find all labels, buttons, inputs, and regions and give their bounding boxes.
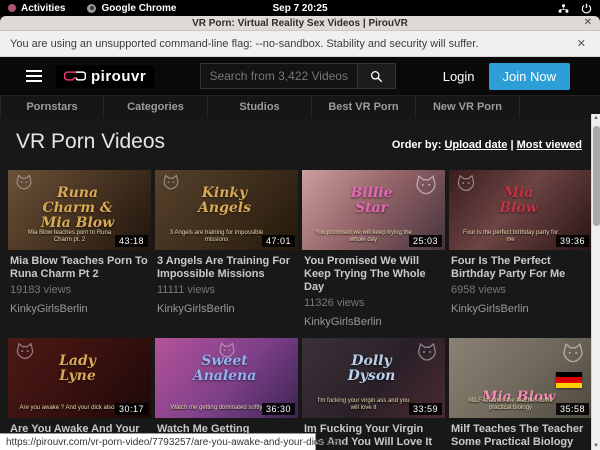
scrollbar[interactable]: ▲ ▼ <box>591 114 600 450</box>
nav-new-vr[interactable]: New VR Porn <box>416 96 520 118</box>
video-title[interactable]: Milf Teaches The Teacher Some Practical … <box>451 423 590 449</box>
order-most-viewed-link[interactable]: Most viewed <box>517 139 582 151</box>
video-thumbnail[interactable]: Runa Charm & Mia Blow Mia Blow teaches p… <box>8 170 151 250</box>
search-input[interactable] <box>200 63 358 89</box>
thumbnail-overlay-title: Runa Charm & Mia Blow <box>8 186 147 231</box>
video-thumbnail[interactable]: Lady Lyne Are you awake ? And your dick … <box>8 338 151 418</box>
duration-badge: 47:01 <box>262 235 295 247</box>
thumbnail-caption: 3 Angels are training for impossible mis… <box>166 230 266 244</box>
video-title[interactable]: Four Is The Perfect Birthday Party For M… <box>451 255 590 281</box>
infobar-close-icon[interactable]: ✕ <box>573 37 590 50</box>
video-thumbnail[interactable]: Kinky Angels 3 Angels are training for i… <box>155 170 298 250</box>
video-studio-link[interactable]: KinkyGirlsBerlin <box>10 303 149 315</box>
duration-badge: 30:17 <box>115 403 148 415</box>
scroll-down-icon[interactable]: ▼ <box>592 443 600 449</box>
video-thumbnail[interactable]: Mia Blow MILF teaches the teacher some p… <box>449 338 592 418</box>
power-icon[interactable] <box>581 3 592 14</box>
page-title: VR Porn Videos <box>16 130 165 154</box>
video-thumbnail[interactable]: Dolly Dyson I'm fucking your virgin ass … <box>302 338 445 418</box>
duration-badge: 25:03 <box>409 235 442 247</box>
video-card[interactable]: Mia Blow MILF teaches the teacher some p… <box>449 338 592 450</box>
main-nav: Pornstars Categories Studios Best VR Por… <box>0 95 600 118</box>
thumbnail-caption: Are you awake ? And your dick also ? <box>19 405 119 412</box>
scroll-up-icon[interactable]: ▲ <box>592 115 600 121</box>
thumbnail-overlay-title: Dolly Dyson <box>302 354 441 384</box>
video-studio-link[interactable]: KinkyGirlsBerlin <box>157 303 296 315</box>
order-separator: | <box>510 139 513 151</box>
site-header: pirouvr Login Join Now <box>0 57 600 95</box>
video-thumbnail[interactable]: Billie Star You promised we will keep tr… <box>302 170 445 250</box>
thumbnail-overlay-title: Sweet Analena <box>155 354 294 384</box>
vr-goggles-icon <box>64 70 86 82</box>
video-views: 19183 views <box>10 284 149 296</box>
thumbnail-caption: Watch me getting dominated softly <box>166 405 266 412</box>
video-title[interactable]: You Promised We Will Keep Trying The Who… <box>304 255 443 294</box>
nav-studios[interactable]: Studios <box>208 96 312 118</box>
duration-badge: 36:30 <box>262 403 295 415</box>
site-logo[interactable]: pirouvr <box>56 65 154 88</box>
video-title[interactable]: 3 Angels Are Training For Impossible Mis… <box>157 255 296 281</box>
screen: Sep 7 20:25 Activities Google Chrome VR … <box>0 0 600 450</box>
window-title: VR Porn: Virtual Reality Sex Videos | Pi… <box>192 18 408 29</box>
duration-badge: 43:18 <box>115 235 148 247</box>
thumbnail-caption: I'm fucking your virgin ass and you will… <box>313 398 413 412</box>
order-by: Order by: Upload date | Most viewed <box>392 139 582 151</box>
video-card[interactable]: Dolly Dyson I'm fucking your virgin ass … <box>302 338 445 450</box>
video-grid: Runa Charm & Mia Blow Mia Blow teaches p… <box>8 170 592 450</box>
nav-categories[interactable]: Categories <box>104 96 208 118</box>
search-button[interactable] <box>358 63 396 89</box>
video-card[interactable]: Runa Charm & Mia Blow Mia Blow teaches p… <box>8 170 151 328</box>
german-flag-icon <box>556 372 582 388</box>
nav-pornstars[interactable]: Pornstars <box>0 96 104 118</box>
content-area: VR Porn Videos Order by: Upload date | M… <box>0 118 600 450</box>
thumbnail-overlay-title: Lady Lyne <box>8 354 147 384</box>
video-studio-link[interactable]: KinkyGirlsBerlin <box>451 303 590 315</box>
video-views: 11326 views <box>304 297 443 309</box>
thumbnail-caption: MILF teaches the teacher some practical … <box>460 398 560 412</box>
order-upload-date-link[interactable]: Upload date <box>444 139 507 151</box>
window-close-icon[interactable]: ✕ <box>584 17 592 28</box>
video-thumbnail[interactable]: Mia Blow Four is the perfect birthday pa… <box>449 170 592 250</box>
thumbnail-caption: You promised we will keep trying the who… <box>313 230 413 244</box>
chrome-icon <box>87 4 96 13</box>
search-icon <box>370 70 383 83</box>
video-card[interactable]: Kinky Angels 3 Angels are training for i… <box>155 170 298 328</box>
thumbnail-overlay-title: Billie Star <box>302 186 441 216</box>
network-icon[interactable] <box>558 3 569 14</box>
window-titlebar[interactable]: VR Porn: Virtual Reality Sex Videos | Pi… <box>0 16 600 31</box>
search-bar <box>200 63 396 89</box>
system-top-bar: Sep 7 20:25 Activities Google Chrome <box>0 0 600 16</box>
video-studio-link[interactable]: KinkyGirlsBerlin <box>304 316 443 328</box>
join-now-button[interactable]: Join Now <box>489 63 570 90</box>
web-page: pirouvr Login Join Now Pornstars Categor… <box>0 57 600 450</box>
video-views: 11111 views <box>157 284 296 296</box>
video-card[interactable]: Mia Blow Four is the perfect birthday pa… <box>449 170 592 328</box>
video-views: 6958 views <box>451 284 590 296</box>
video-title[interactable]: Mia Blow Teaches Porn To Runa Charm Pt 2 <box>10 255 149 281</box>
studio-cat-mask-icon <box>560 341 586 372</box>
video-card[interactable]: Billie Star You promised we will keep tr… <box>302 170 445 328</box>
video-thumbnail[interactable]: Sweet Analena Watch me getting dominated… <box>155 338 298 418</box>
order-by-label: Order by: <box>392 139 442 151</box>
login-link[interactable]: Login <box>443 69 475 84</box>
duration-badge: 33:59 <box>409 403 442 415</box>
hamburger-menu-icon[interactable] <box>26 70 42 82</box>
scrollbar-thumb[interactable] <box>593 126 600 226</box>
thumbnail-caption: Mia Blow teaches porn to Runa Charm pt. … <box>19 230 119 244</box>
nav-best-vr[interactable]: Best VR Porn <box>312 96 416 118</box>
duration-badge: 35:58 <box>556 403 589 415</box>
thumbnail-overlay-title: Mia Blow <box>449 186 588 216</box>
thumbnail-overlay-title: Kinky Angels <box>155 186 294 216</box>
thumbnail-caption: Four is the perfect birthday party for m… <box>460 230 560 244</box>
chrome-warning-infobar: You are using an unsupported command-lin… <box>0 31 600 57</box>
status-url-bubble: https://pirouvr.com/vr-porn-video/779325… <box>0 433 316 450</box>
warning-message: You are using an unsupported command-lin… <box>10 38 478 50</box>
status-url-text: https://pirouvr.com/vr-porn-video/779325… <box>6 437 346 448</box>
site-logo-text: pirouvr <box>91 68 146 85</box>
duration-badge: 39:36 <box>556 235 589 247</box>
